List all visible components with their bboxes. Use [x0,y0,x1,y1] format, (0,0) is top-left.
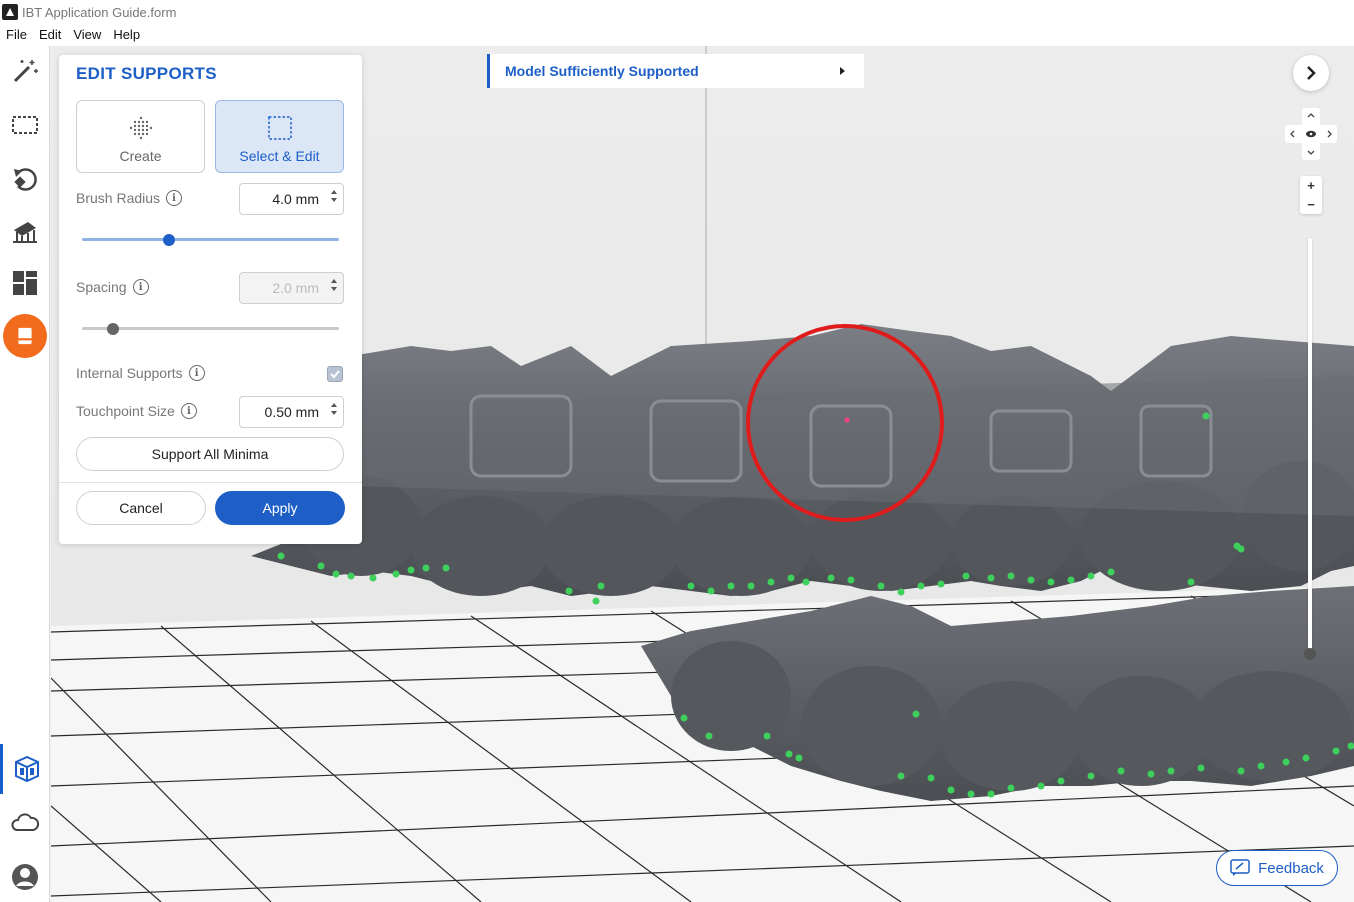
checkmark-icon [330,370,340,379]
feedback-icon [1230,859,1250,876]
apply-button[interactable]: Apply [215,491,345,525]
grid-dots-icon [129,116,152,140]
touchpoint-size-stepper[interactable] [331,403,337,415]
menu-edit[interactable]: Edit [33,24,67,46]
select-edit-mode-label: Select & Edit [239,148,320,164]
info-icon[interactable]: i [132,279,149,295]
touchpoint-size-label: Touchpoint Size [76,403,175,419]
brush-radius-stepper[interactable] [331,190,337,202]
zoom-control: + − [1300,176,1322,214]
layout-icon [13,271,37,295]
brush-radius-slider[interactable] [82,234,339,246]
menu-view[interactable]: View [67,24,107,46]
menu-bar: File Edit View Help [0,24,1354,46]
tool-model-view[interactable] [0,744,50,794]
spacing-slider[interactable] [82,323,339,335]
zoom-slider-thumb[interactable] [1304,648,1316,660]
supports-icon [13,222,37,243]
cancel-button[interactable]: Cancel [76,491,206,525]
zoom-slider-track[interactable] [1308,238,1312,654]
menu-help[interactable]: Help [107,24,146,46]
tool-orient[interactable] [0,154,50,204]
info-icon[interactable]: i [180,403,197,419]
left-toolbar [0,46,50,902]
zoom-in-button[interactable]: + [1307,178,1315,193]
expand-panel-button[interactable] [1293,55,1329,91]
window-title: IBT Application Guide.form [22,4,177,20]
tool-cloud[interactable] [0,798,50,848]
selected-touchpoint [844,417,850,423]
spacing-input: 2.0 mm [239,272,344,304]
brush-radius-slider-thumb[interactable] [163,234,176,246]
tool-select-box[interactable] [0,100,50,150]
brush-radius-label: Brush Radius [76,190,161,206]
support-all-minima-button[interactable]: Support All Minima [76,437,344,471]
spacing-label: Spacing [76,279,127,295]
chevron-right-icon [1307,66,1316,80]
spacing-slider-thumb[interactable] [106,323,119,335]
brush-radius-label-row: Brush Radius i [76,190,183,206]
tool-layout[interactable] [0,258,50,308]
tool-account[interactable] [0,852,50,902]
menu-file[interactable]: File [0,24,33,46]
touchpoint-size-value: 0.50 mm [264,404,319,420]
panel-title: EDIT SUPPORTS [76,64,217,83]
marquee-select-icon [267,116,292,140]
model-view-icon [14,755,39,783]
spacing-label-row: Spacing i [76,279,149,295]
brush-radius-value: 4.0 mm [272,191,319,207]
account-icon [12,864,38,890]
select-box-icon [12,116,38,134]
tool-print[interactable] [0,311,50,361]
info-icon[interactable]: i [166,190,183,206]
touchpoint-size-input[interactable]: 0.50 mm [239,396,344,428]
info-icon[interactable]: i [188,365,205,381]
print-icon [18,327,32,345]
caret-right-icon [840,67,845,75]
app-logo-icon [2,4,18,20]
orient-icon [14,168,37,191]
title-bar: IBT Application Guide.form [0,0,1354,24]
zoom-slider[interactable] [1304,238,1316,660]
magic-wand-icon [13,60,38,83]
tool-supports[interactable] [0,206,50,256]
select-edit-mode-button[interactable]: Select & Edit [215,100,344,173]
support-status-banner[interactable]: Model Sufficiently Supported [487,54,864,88]
internal-supports-label: Internal Supports [76,365,183,381]
tool-magic-wand[interactable] [0,46,50,96]
brush-radius-input[interactable]: 4.0 mm [239,183,344,215]
edit-supports-panel: EDIT SUPPORTS Create Select & Edit Brush… [59,55,362,544]
internal-supports-label-row: Internal Supports i [76,365,205,381]
feedback-label: Feedback [1258,859,1324,877]
feedback-button[interactable]: Feedback [1216,850,1338,886]
support-status-text: Model Sufficiently Supported [505,63,699,79]
spacing-stepper [331,279,337,291]
create-mode-button[interactable]: Create [76,100,205,173]
print-tool-highlight [3,314,47,358]
pan-control[interactable] [1285,108,1337,160]
create-mode-label: Create [119,148,162,164]
touchpoint-size-label-row: Touchpoint Size i [76,403,197,419]
spacing-value: 2.0 mm [272,280,319,296]
zoom-out-button[interactable]: − [1307,197,1315,212]
internal-supports-checkbox[interactable] [327,366,343,382]
cloud-icon [11,813,40,831]
panel-divider [59,482,362,483]
